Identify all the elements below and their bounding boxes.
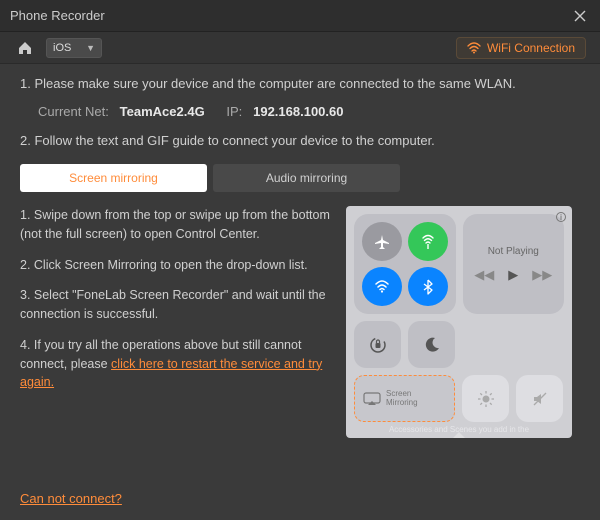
airplane-icon	[374, 234, 390, 250]
home-button[interactable]	[14, 37, 36, 59]
window-title: Phone Recorder	[10, 8, 105, 23]
volume-slider	[516, 375, 563, 422]
wifi-label: WiFi Connection	[487, 41, 575, 55]
info-icon: i	[556, 212, 566, 222]
brightness-icon	[477, 390, 495, 408]
step-4: 4. If you try all the operations above b…	[20, 336, 330, 392]
body-row: 1. Swipe down from the top or swipe up f…	[20, 206, 580, 438]
orientation-lock-icon	[368, 335, 388, 355]
ip-label: IP:	[226, 104, 242, 119]
tab-screen-mirroring[interactable]: Screen mirroring	[20, 164, 207, 192]
current-net-value: TeamAce2.4G	[120, 104, 205, 119]
close-button[interactable]	[570, 6, 590, 26]
content: 1. Please make sure your device and the …	[0, 64, 600, 438]
screen-mirroring-tile: Screen Mirroring	[354, 375, 455, 422]
network-info: Current Net: TeamAce2.4G IP: 192.168.100…	[20, 104, 580, 119]
topbar: iOS ▼ WiFi Connection	[0, 32, 600, 64]
wifi-toggle-button	[362, 267, 402, 306]
volume-mute-icon	[531, 390, 549, 408]
brightness-slider	[462, 375, 509, 422]
next-track-icon: ▶▶	[532, 267, 552, 283]
steps-column: 1. Swipe down from the top or swipe up f…	[20, 206, 330, 438]
tab-audio-mirroring[interactable]: Audio mirroring	[213, 164, 400, 192]
cellular-icon	[420, 234, 436, 250]
cannot-connect-link[interactable]: Can not connect?	[20, 491, 122, 506]
os-selector[interactable]: iOS ▼	[46, 38, 102, 58]
home-icon	[17, 40, 33, 56]
mirroring-tabs: Screen mirroring Audio mirroring	[20, 164, 400, 192]
close-icon	[574, 10, 586, 22]
moon-icon	[423, 336, 441, 354]
step-2: 2. Click Screen Mirroring to open the dr…	[20, 256, 330, 275]
instruction-1: 1. Please make sure your device and the …	[20, 74, 580, 94]
media-controls: ◀◀ ▶ ▶▶	[474, 267, 552, 283]
media-tile: Not Playing ◀◀ ▶ ▶▶	[463, 214, 564, 314]
control-center-preview: i Not Playing	[346, 206, 572, 438]
wifi-icon	[467, 42, 481, 54]
orientation-lock-tile	[354, 321, 401, 368]
bluetooth-button	[408, 267, 448, 306]
preview-row-3: Screen Mirroring	[354, 375, 564, 422]
wifi-icon	[374, 279, 390, 295]
os-selected-value: iOS	[53, 42, 71, 54]
connectivity-tile	[354, 214, 456, 314]
airplane-mode-button	[362, 222, 402, 261]
step-1: 1. Swipe down from the top or swipe up f…	[20, 206, 330, 244]
preview-row-2	[354, 321, 564, 368]
do-not-disturb-tile	[408, 321, 455, 368]
instruction-2: 2. Follow the text and GIF guide to conn…	[20, 131, 580, 151]
screen-mirroring-icon	[363, 392, 381, 406]
prev-track-icon: ◀◀	[474, 267, 494, 283]
chevron-down-icon: ▼	[86, 43, 95, 53]
titlebar: Phone Recorder	[0, 0, 600, 32]
preview-row-1: Not Playing ◀◀ ▶ ▶▶	[354, 214, 564, 314]
bluetooth-icon	[420, 279, 436, 295]
current-net-label: Current Net:	[38, 104, 109, 119]
step-3: 3. Select "FoneLab Screen Recorder" and …	[20, 286, 330, 324]
cellular-data-button	[408, 222, 448, 261]
ip-value: 192.168.100.60	[253, 104, 343, 119]
wifi-connection-badge[interactable]: WiFi Connection	[456, 37, 586, 59]
preview-footer-text: Accessories and Scenes you add in the	[346, 425, 572, 434]
play-icon: ▶	[508, 267, 518, 283]
not-playing-label: Not Playing	[488, 246, 539, 257]
screen-mirroring-label: Screen Mirroring	[386, 390, 418, 408]
